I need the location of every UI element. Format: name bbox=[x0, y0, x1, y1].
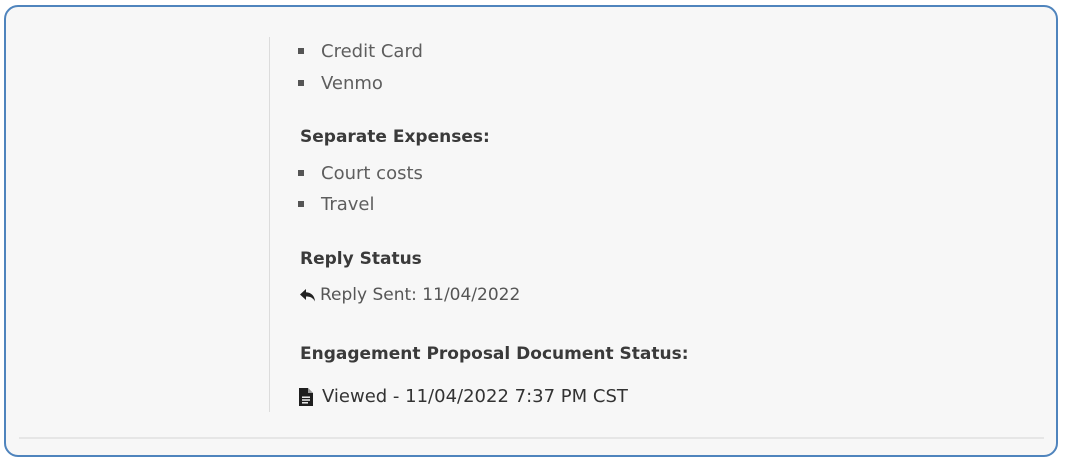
list-item: Court costs bbox=[294, 161, 423, 185]
document-icon bbox=[299, 387, 313, 406]
bullet-icon bbox=[298, 80, 304, 86]
reply-status-text: Reply Sent: 11/04/2022 bbox=[320, 285, 521, 305]
document-status-line: Viewed - 11/04/2022 7:37 PM CST bbox=[299, 386, 628, 407]
list-item: Venmo bbox=[294, 71, 383, 95]
reply-status-line: Reply Sent: 11/04/2022 bbox=[299, 285, 520, 305]
details-panel: Credit Card Venmo Separate Expenses: Cou… bbox=[269, 37, 950, 412]
reply-icon bbox=[299, 288, 316, 303]
document-status-text: Viewed - 11/04/2022 7:37 PM CST bbox=[322, 386, 628, 407]
expense-label: Travel bbox=[321, 193, 375, 215]
payment-method-label: Venmo bbox=[321, 72, 383, 94]
document-status-heading: Engagement Proposal Document Status: bbox=[300, 344, 689, 364]
divider bbox=[19, 437, 1044, 439]
reply-status-heading: Reply Status bbox=[300, 249, 422, 269]
expense-label: Court costs bbox=[321, 162, 423, 184]
list-item: Credit Card bbox=[294, 39, 423, 63]
bullet-icon bbox=[298, 170, 304, 176]
details-card: Credit Card Venmo Separate Expenses: Cou… bbox=[4, 5, 1058, 457]
separate-expenses-heading: Separate Expenses: bbox=[300, 127, 490, 147]
bullet-icon bbox=[298, 201, 304, 207]
payment-method-label: Credit Card bbox=[321, 40, 423, 62]
list-item: Travel bbox=[294, 192, 375, 216]
bullet-icon bbox=[298, 48, 304, 54]
